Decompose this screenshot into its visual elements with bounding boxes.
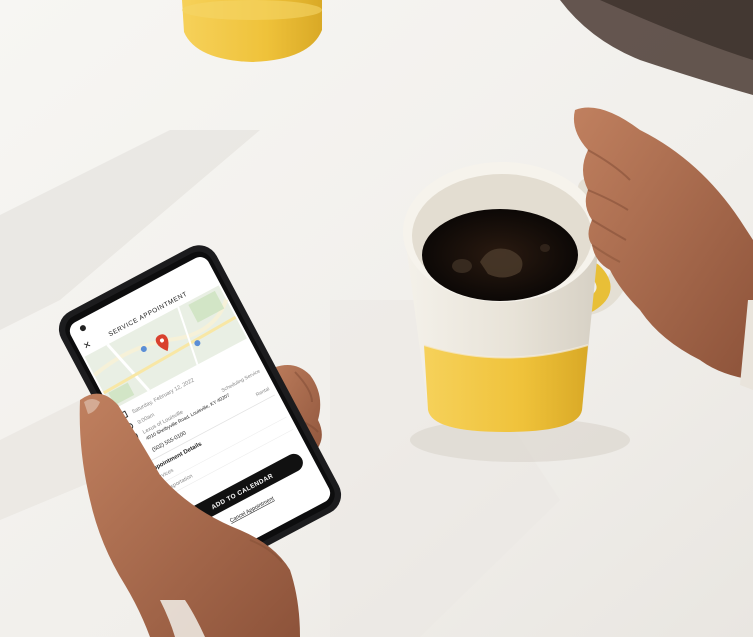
photo-scene: ✕ SERVICE APPOINTMENT Saturday, February… — [0, 0, 753, 637]
coffee-mug — [403, 162, 601, 432]
